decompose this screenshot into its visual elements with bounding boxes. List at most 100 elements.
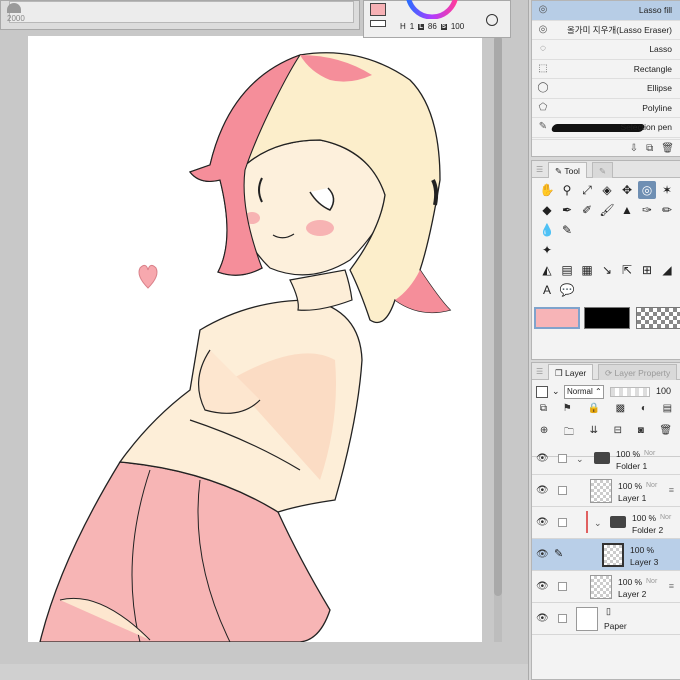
drawing-canvas[interactable] [28,36,482,642]
subtool-rectangle[interactable]: ⬚ Rectangle [532,60,680,79]
eye-icon[interactable]: 👁 [536,453,549,464]
eye-icon[interactable]: 👁 [536,613,549,624]
lock-icon[interactable]: 🔒 [587,403,599,414]
gradient-icon[interactable]: ▤ [558,261,576,279]
s-value: 100 [450,22,465,31]
brush-icon[interactable]: 🖌 [598,201,616,219]
transparent-color-button[interactable] [636,307,680,329]
layer-row-folder-2[interactable]: 👁 ⌄ 100 % Nor Folder 2 [532,507,680,539]
eye-icon[interactable]: 👁 [536,517,549,528]
layer-row-layer-1[interactable]: 👁 100 % Nor Layer 1 ≡ [532,475,680,507]
auto-select-icon[interactable]: ✶ [658,181,676,199]
frame-icon[interactable]: ⊞ [638,261,656,279]
balloon-icon[interactable]: 💬 [558,281,576,299]
tab-tool[interactable]: ✎ Tool [548,162,587,178]
layer-checkbox[interactable] [558,582,567,591]
layer-row-layer-2[interactable]: 👁 100 % Nor Layer 2 ≡ [532,571,680,603]
layer-menu-icon[interactable]: ≡ [669,581,674,591]
duplicate-icon[interactable]: ⧉ [646,143,653,154]
main-color-button[interactable] [534,307,580,329]
color-mode-toggle-icon[interactable] [486,14,498,26]
expression-color-icon[interactable] [536,386,548,398]
mask-icon[interactable]: ◐ [641,403,647,414]
pen-icon[interactable]: ✒ [558,201,576,219]
scroll-thumb[interactable] [494,36,502,596]
new-layer-icon[interactable]: ⊕ [540,425,548,442]
eye-icon[interactable]: 👁 [536,581,549,592]
chevron-down-icon[interactable]: ⌄ [594,518,602,529]
airbrush-icon[interactable]: ▲ [618,201,636,219]
download-icon[interactable]: ⇩ [630,143,638,154]
lasso-select-icon[interactable]: ◎ [638,181,656,199]
fill-drops-icon[interactable]: 💧 [538,221,556,239]
eye-icon[interactable]: 👁 [536,485,549,496]
decoration-icon[interactable]: ✑ [638,201,656,219]
vertical-scrollbar[interactable] [494,36,502,642]
eraser-icon[interactable]: ◆ [538,201,556,219]
layer-checkbox[interactable] [558,614,567,623]
pencil-icon[interactable]: ✐ [578,201,596,219]
brush-preview-icon [7,3,21,13]
lasso-icon: ◌ [540,43,546,55]
horizontal-scrollbar[interactable] [0,664,528,680]
hand-icon[interactable]: ✋ [538,181,556,199]
grip-icon[interactable]: ☰ [536,367,543,376]
canvas-workarea[interactable] [0,0,528,680]
text-icon[interactable]: A [538,281,556,299]
layer-percent: 100 % [630,545,655,555]
subtool-lasso-eraser[interactable]: ◎ 올가미 지우개(Lasso Eraser) [532,21,680,40]
delete-layer-icon[interactable]: 🗑 [659,425,672,442]
marker-icon[interactable]: ✎ [558,221,576,239]
clip-icon[interactable]: ⧉ [540,403,547,414]
layer-checkbox[interactable] [558,454,567,463]
grip-icon[interactable]: ☰ [536,165,543,174]
bucket-fill-icon[interactable]: ◭ [538,261,556,279]
blend-icon[interactable]: ✏ [658,201,676,219]
trash-icon[interactable]: 🗑 [661,143,674,154]
object-icon[interactable]: ◈ [598,181,616,199]
chevron-down-icon[interactable]: ⌄ [576,454,584,465]
subtool-label: Rectangle [633,63,672,74]
layer-menu-icon[interactable]: ≡ [669,485,674,495]
merge-icon[interactable]: ⊟ [614,425,622,442]
layer-row-layer-3[interactable]: 👁 ✎ 100 % Layer 3 [532,539,680,571]
layer-row-paper[interactable]: 👁 ▯ Paper [532,603,680,635]
sub-color-button[interactable] [584,307,630,329]
ruler-lock-icon[interactable]: ▤ [663,403,672,414]
eye-icon[interactable]: 👁 [536,549,549,560]
color-swatches [532,304,680,334]
line-icon[interactable]: ◢ [658,261,676,279]
tab-layer[interactable]: ❒ Layer [548,364,594,380]
blend-mode-select[interactable]: Normal ⌃ [564,385,604,399]
ruler-icon[interactable]: ▦ [578,261,596,279]
layer-checkbox[interactable] [558,518,567,527]
subtool-polyline[interactable]: ⬠ Polyline [532,99,680,118]
move-icon[interactable]: ✥ [618,181,636,199]
sub-color-swatch[interactable] [370,20,386,27]
color-wheel[interactable] [402,0,462,19]
opacity-value[interactable]: 100 [656,386,671,396]
zoom-icon[interactable]: ⚲ [558,181,576,199]
transform-icon[interactable]: ⇱ [618,261,636,279]
subtool-ellipse[interactable]: ◯ Ellipse [532,79,680,99]
subtool-lasso[interactable]: ◌ Lasso [532,40,680,60]
opacity-slider[interactable] [610,387,650,397]
reference-icon[interactable]: ⚑ [563,403,572,414]
sparkle-icon[interactable]: ✦ [538,241,556,259]
figure-icon[interactable]: ↘ [598,261,616,279]
chevron-down-icon[interactable]: ⌄ [552,386,560,397]
eyedropper-icon[interactable]: ⤢ [578,181,596,199]
tab-layer-property[interactable]: ⟳ Layer Property [598,364,678,380]
new-folder-icon[interactable]: 🗀 [564,425,574,442]
lock-transparency-icon[interactable]: ▩ [616,403,625,414]
tab-tool-2[interactable]: ✎ [592,162,614,178]
tool-panel: ☰ ✎ Tool ✎ ✋ ⚲ ⤢ ◈ ✥ ◎ ✶ ◆ ✒ ✐ 🖌 ▲ ✑ ✏ 💧… [531,160,680,360]
layer-checkbox[interactable] [558,486,567,495]
transfer-down-icon[interactable]: ⇊ [590,425,598,442]
subtool-selection-pen[interactable]: ✎ Selection pen [532,118,680,138]
layer-mask-icon[interactable]: ◙ [638,425,644,442]
subtool-lasso-fill[interactable]: ◎ Lasso fill [532,1,680,21]
layer-row-folder-1[interactable]: 👁 ⌄ 100 % Nor Folder 1 [532,443,680,475]
h-label: H [400,22,406,31]
main-color-swatch[interactable] [370,3,386,16]
